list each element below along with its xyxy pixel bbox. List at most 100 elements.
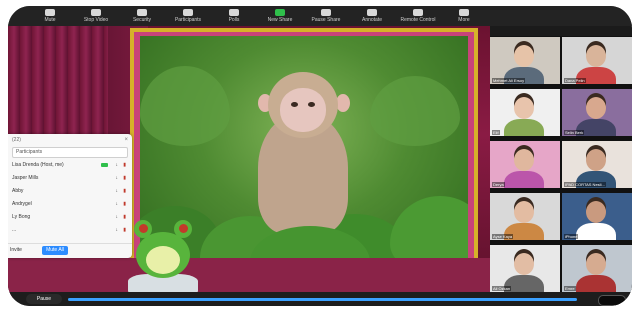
video-off-icon[interactable]: ▮: [123, 198, 126, 211]
participant-face: [586, 201, 606, 223]
poll-icon: [229, 9, 239, 16]
participant-video-tile[interactable]: Ayse Kaya: [490, 193, 560, 240]
toolbar-label: Polls: [228, 17, 240, 23]
microphone-icon[interactable]: ↓: [116, 224, 119, 237]
close-icon[interactable]: ×: [124, 134, 128, 146]
toolbar-mute-button[interactable]: Mute: [30, 9, 70, 23]
microphone-icon[interactable]: ↓: [116, 198, 119, 211]
microphone-icon: [45, 9, 55, 16]
progress-track[interactable]: [68, 298, 577, 301]
toolbar-security-button[interactable]: Security: [122, 9, 162, 23]
microphone-icon[interactable]: ↓: [116, 172, 119, 185]
host-video-icon: [101, 163, 108, 167]
participant-tile-name: Ali Ozkan: [492, 286, 512, 291]
toolbar-more-button[interactable]: More: [444, 9, 484, 23]
video-off-icon[interactable]: ▮: [123, 159, 126, 172]
participant-name: Lisa Drenda (Host, me): [12, 162, 64, 168]
invite-button[interactable]: Invite: [10, 247, 22, 253]
participant-video-tile[interactable]: Derya: [490, 141, 560, 188]
participant-video-tile[interactable]: Selin Berk: [562, 89, 632, 136]
playback-bar: Pause: [8, 292, 632, 306]
microphone-icon[interactable]: ↓: [116, 159, 119, 172]
video-off-icon[interactable]: ▮: [123, 211, 126, 224]
more-icon: [459, 9, 469, 16]
participant-video-tile[interactable]: Mehmet Ali Ersoy: [490, 37, 560, 84]
toolbar-participants-button[interactable]: Participants: [168, 9, 208, 23]
participant-tile-name: Selin Berk: [564, 130, 585, 135]
participant-tile-name: Emre: [564, 286, 576, 291]
pause-button[interactable]: Pause: [26, 294, 62, 304]
participant-face: [586, 45, 606, 67]
toolbar-label: Annotate: [361, 17, 383, 23]
meeting-toolbar: Mute Stop Video Security Participants Polls N…: [8, 6, 632, 26]
microphone-icon[interactable]: ↓: [116, 211, 119, 224]
participant-row[interactable]: Andrygel ↓ ▮: [8, 198, 132, 211]
video-off-icon[interactable]: ▮: [123, 172, 126, 185]
participant-name: Abby: [12, 188, 24, 194]
participant-video-tile[interactable]: Elif: [490, 89, 560, 136]
video-gallery: Mehmet Ali Ersoy Dana Pelin Elif Selin Berk…: [490, 36, 632, 298]
frog-eye-right: [174, 220, 192, 238]
participant-tile-name: Elif: [492, 130, 500, 135]
video-off-icon[interactable]: ▮: [123, 185, 126, 198]
frog-figurine: [128, 212, 198, 298]
participant-face: [586, 97, 606, 119]
participant-body: [576, 223, 616, 240]
toolbar-label: More: [458, 17, 470, 23]
participant-tile-name: Mehmet Ali Ersoy: [492, 78, 526, 83]
shared-screen[interactable]: (22) × Participants Lisa Drenda (Host, m…: [8, 26, 490, 298]
toolbar-stop-video-button[interactable]: Stop Video: [76, 9, 116, 23]
toolbar-polls-button[interactable]: Polls: [214, 9, 254, 23]
participant-tile-name: Derya: [492, 182, 505, 187]
participants-panel: (22) × Participants Lisa Drenda (Host, m…: [8, 134, 132, 258]
participants-list: Lisa Drenda (Host, me) ↓ ▮ Jasper Mills ↓ ▮ Ab…: [8, 159, 132, 237]
participant-row[interactable]: Ly Bong ↓ ▮: [8, 211, 132, 224]
participant-row[interactable]: ... ↓ ▮: [8, 224, 132, 237]
participant-tile-name: iPhone: [564, 234, 579, 239]
toolbar-remote-control-button[interactable]: Remote Control: [398, 9, 438, 23]
participant-row[interactable]: Jasper Mills ↓ ▮: [8, 172, 132, 185]
microphone-icon[interactable]: ↓: [116, 185, 119, 198]
participants-icon: [183, 9, 193, 16]
participant-video-tile[interactable]: Emre: [562, 245, 632, 292]
participants-footer: Invite Mute All: [8, 243, 132, 258]
participant-tile-name: IPAD CORTAS Nesli...: [564, 182, 606, 187]
video-off-icon[interactable]: ▮: [123, 224, 126, 237]
toolbar-annotate-button[interactable]: Annotate: [352, 9, 392, 23]
pencil-icon: [367, 9, 377, 16]
participant-face: [586, 253, 606, 275]
participant-video-tile[interactable]: Dana Pelin: [562, 37, 632, 84]
toolbar-label: Stop Video: [83, 17, 109, 23]
frog-belly: [146, 246, 180, 274]
participants-count: (22): [12, 137, 21, 143]
participant-tile-name: Ayse Kaya: [492, 234, 514, 239]
participant-face: [514, 201, 534, 223]
monkey-face: [280, 88, 326, 132]
toolbar-label: Participants: [174, 17, 202, 23]
toolbar-label: Remote Control: [400, 17, 436, 23]
participant-row[interactable]: Lisa Drenda (Host, me) ↓ ▮: [8, 159, 132, 172]
participant-name: Ly Bong: [12, 214, 31, 220]
participant-name: Jasper Mills: [12, 175, 39, 181]
toolbar-new-share-button[interactable]: New Share: [260, 9, 300, 23]
toolbar-label: Security: [132, 17, 152, 23]
participant-body: [576, 275, 616, 292]
participant-face: [514, 149, 534, 171]
toolbar-pause-share-button[interactable]: Pause Share: [306, 9, 346, 23]
mute-all-button[interactable]: Mute All: [42, 246, 68, 255]
progress-knob[interactable]: [598, 295, 626, 306]
remote-control-icon: [413, 9, 423, 16]
participant-face: [514, 45, 534, 67]
participants-search-input[interactable]: Participants: [12, 147, 128, 158]
participant-face: [514, 97, 534, 119]
toolbar-label: Mute: [44, 17, 56, 23]
participant-video-tile[interactable]: Ali Ozkan: [490, 245, 560, 292]
participant-body: [504, 171, 544, 188]
participant-video-tile[interactable]: iPhone: [562, 193, 632, 240]
screenshot-frame: Mute Stop Video Security Participants Polls N…: [0, 0, 635, 312]
toolbar-label: New Share: [267, 17, 293, 23]
toolbar-label: Pause Share: [311, 17, 341, 23]
pause-icon: [321, 9, 331, 16]
participant-row[interactable]: Abby ↓ ▮: [8, 185, 132, 198]
participant-video-tile[interactable]: IPAD CORTAS Nesli...: [562, 141, 632, 188]
